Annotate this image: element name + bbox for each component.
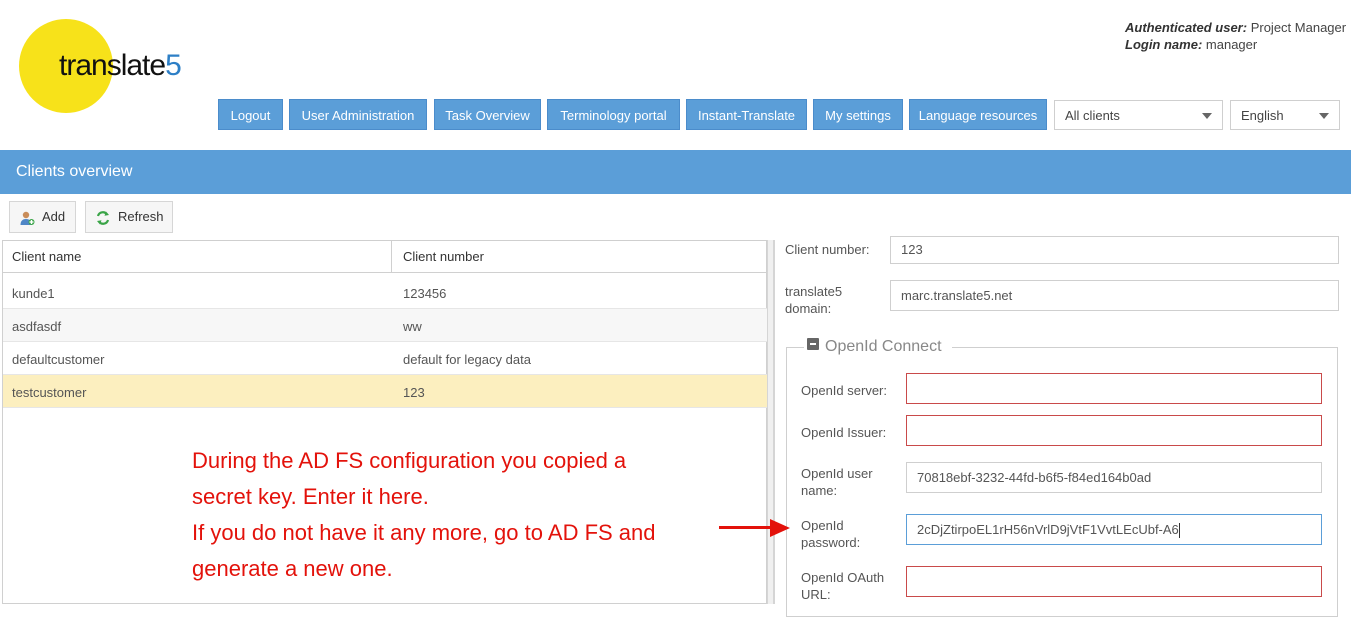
- language-select-value: English: [1241, 108, 1284, 123]
- annotation-line-2: secret key. Enter it here.: [192, 484, 429, 509]
- openid-user-label: OpenId user name:: [801, 465, 873, 499]
- openid-user-name-field[interactable]: 70818ebf-3232-44fd-b6f5-f84ed164b0ad: [906, 462, 1322, 493]
- add-user-icon: [20, 211, 35, 225]
- openid-oauth-label-line1: OpenId OAuth: [801, 570, 885, 585]
- domain-label-line2: domain:: [785, 301, 832, 316]
- openid-server-field[interactable]: [906, 373, 1322, 404]
- openid-user-label-line1: OpenId user: [801, 466, 873, 481]
- column-header-client-number[interactable]: Client number: [393, 241, 767, 273]
- auth-user-label: Authenticated user:: [1125, 20, 1248, 35]
- annotation-line-4: generate a new one.: [192, 556, 393, 581]
- cell-client-name: testcustomer: [12, 385, 87, 400]
- panel-splitter[interactable]: [767, 240, 774, 604]
- table-row-selected[interactable]: testcustomer 123: [3, 375, 767, 408]
- auth-user-value: Project Manager: [1250, 20, 1347, 35]
- annotation-arrow: [719, 526, 774, 529]
- table-row[interactable]: defaultcustomer default for legacy data: [3, 342, 767, 375]
- openid-legend-text: OpenId Connect: [825, 338, 942, 355]
- language-resources-button[interactable]: Language resources: [909, 99, 1047, 130]
- cell-client-name: defaultcustomer: [12, 352, 105, 367]
- openid-password-field[interactable]: 2cDjZtirpoEL1rH56nVrlD9jVtF1VvtLEcUbf-A6: [906, 514, 1322, 545]
- panel-header: [0, 150, 1351, 194]
- login-value: manager: [1205, 37, 1258, 52]
- logo: translate5: [59, 49, 182, 83]
- openid-server-label: OpenId server:: [801, 383, 887, 398]
- logo-digit: 5: [165, 49, 182, 82]
- table-row[interactable]: asdfasdf ww: [3, 309, 767, 342]
- refresh-button-label: Refresh: [118, 209, 164, 224]
- chevron-down-icon: [1202, 113, 1212, 119]
- language-select[interactable]: English: [1230, 100, 1340, 130]
- openid-password-label: OpenId password:: [801, 517, 860, 551]
- user-administration-button[interactable]: User Administration: [289, 99, 427, 130]
- table-row[interactable]: kunde1 123456: [3, 276, 767, 309]
- refresh-button[interactable]: Refresh: [85, 201, 173, 233]
- cell-client-number: 123456: [403, 286, 447, 301]
- refresh-icon: [96, 211, 110, 225]
- instant-translate-button[interactable]: Instant-Translate: [686, 99, 807, 130]
- client-number-label: Client number:: [785, 242, 870, 257]
- logo-text: translate: [59, 49, 166, 82]
- annotation-arrow-head: [770, 519, 790, 537]
- column-header-client-name[interactable]: Client name: [3, 241, 392, 273]
- authenticated-user: Authenticated user: Project Manager: [1125, 20, 1346, 35]
- add-button[interactable]: Add: [9, 201, 76, 233]
- panel-title: Clients overview: [16, 163, 133, 180]
- openid-issuer-field[interactable]: [906, 415, 1322, 446]
- logout-button[interactable]: Logout: [218, 99, 283, 130]
- cell-client-name: kunde1: [12, 286, 55, 301]
- client-select-value: All clients: [1065, 108, 1120, 123]
- domain-field[interactable]: marc.translate5.net: [890, 280, 1339, 311]
- openid-user-label-line2: name:: [801, 483, 838, 498]
- my-settings-button[interactable]: My settings: [813, 99, 903, 130]
- openid-oauth-label-line2: URL:: [801, 587, 831, 602]
- collapse-icon[interactable]: [807, 338, 819, 350]
- cell-client-number: 123: [403, 385, 425, 400]
- openid-password-label-line1: OpenId: [801, 518, 844, 533]
- openid-oauth-url-field[interactable]: [906, 566, 1322, 597]
- openid-issuer-label: OpenId Issuer:: [801, 425, 887, 440]
- cell-client-number: default for legacy data: [403, 352, 531, 367]
- login-label: Login name:: [1125, 37, 1203, 52]
- cell-client-name: asdfasdf: [12, 319, 62, 334]
- openid-password-value: 2cDjZtirpoEL1rH56nVrlD9jVtF1VvtLEcUbf-A6: [917, 522, 1179, 537]
- text-cursor: [1178, 523, 1180, 539]
- terminology-portal-button[interactable]: Terminology portal: [547, 99, 680, 130]
- task-overview-button[interactable]: Task Overview: [434, 99, 541, 130]
- chevron-down-icon: [1319, 113, 1329, 119]
- login-name: Login name: manager: [1125, 37, 1257, 52]
- add-button-label: Add: [42, 209, 66, 224]
- domain-label: translate5 domain:: [785, 283, 842, 317]
- client-select[interactable]: All clients: [1054, 100, 1223, 130]
- openid-password-label-line2: password:: [801, 535, 861, 550]
- domain-label-line1: translate5: [785, 284, 843, 299]
- openid-oauth-label: OpenId OAuth URL:: [801, 569, 884, 603]
- annotation-line-1: During the AD FS configuration you copie…: [192, 448, 627, 473]
- cell-client-number: ww: [403, 319, 422, 334]
- client-number-field[interactable]: 123: [890, 236, 1339, 264]
- annotation-line-3: If you do not have it any more, go to AD…: [192, 520, 656, 545]
